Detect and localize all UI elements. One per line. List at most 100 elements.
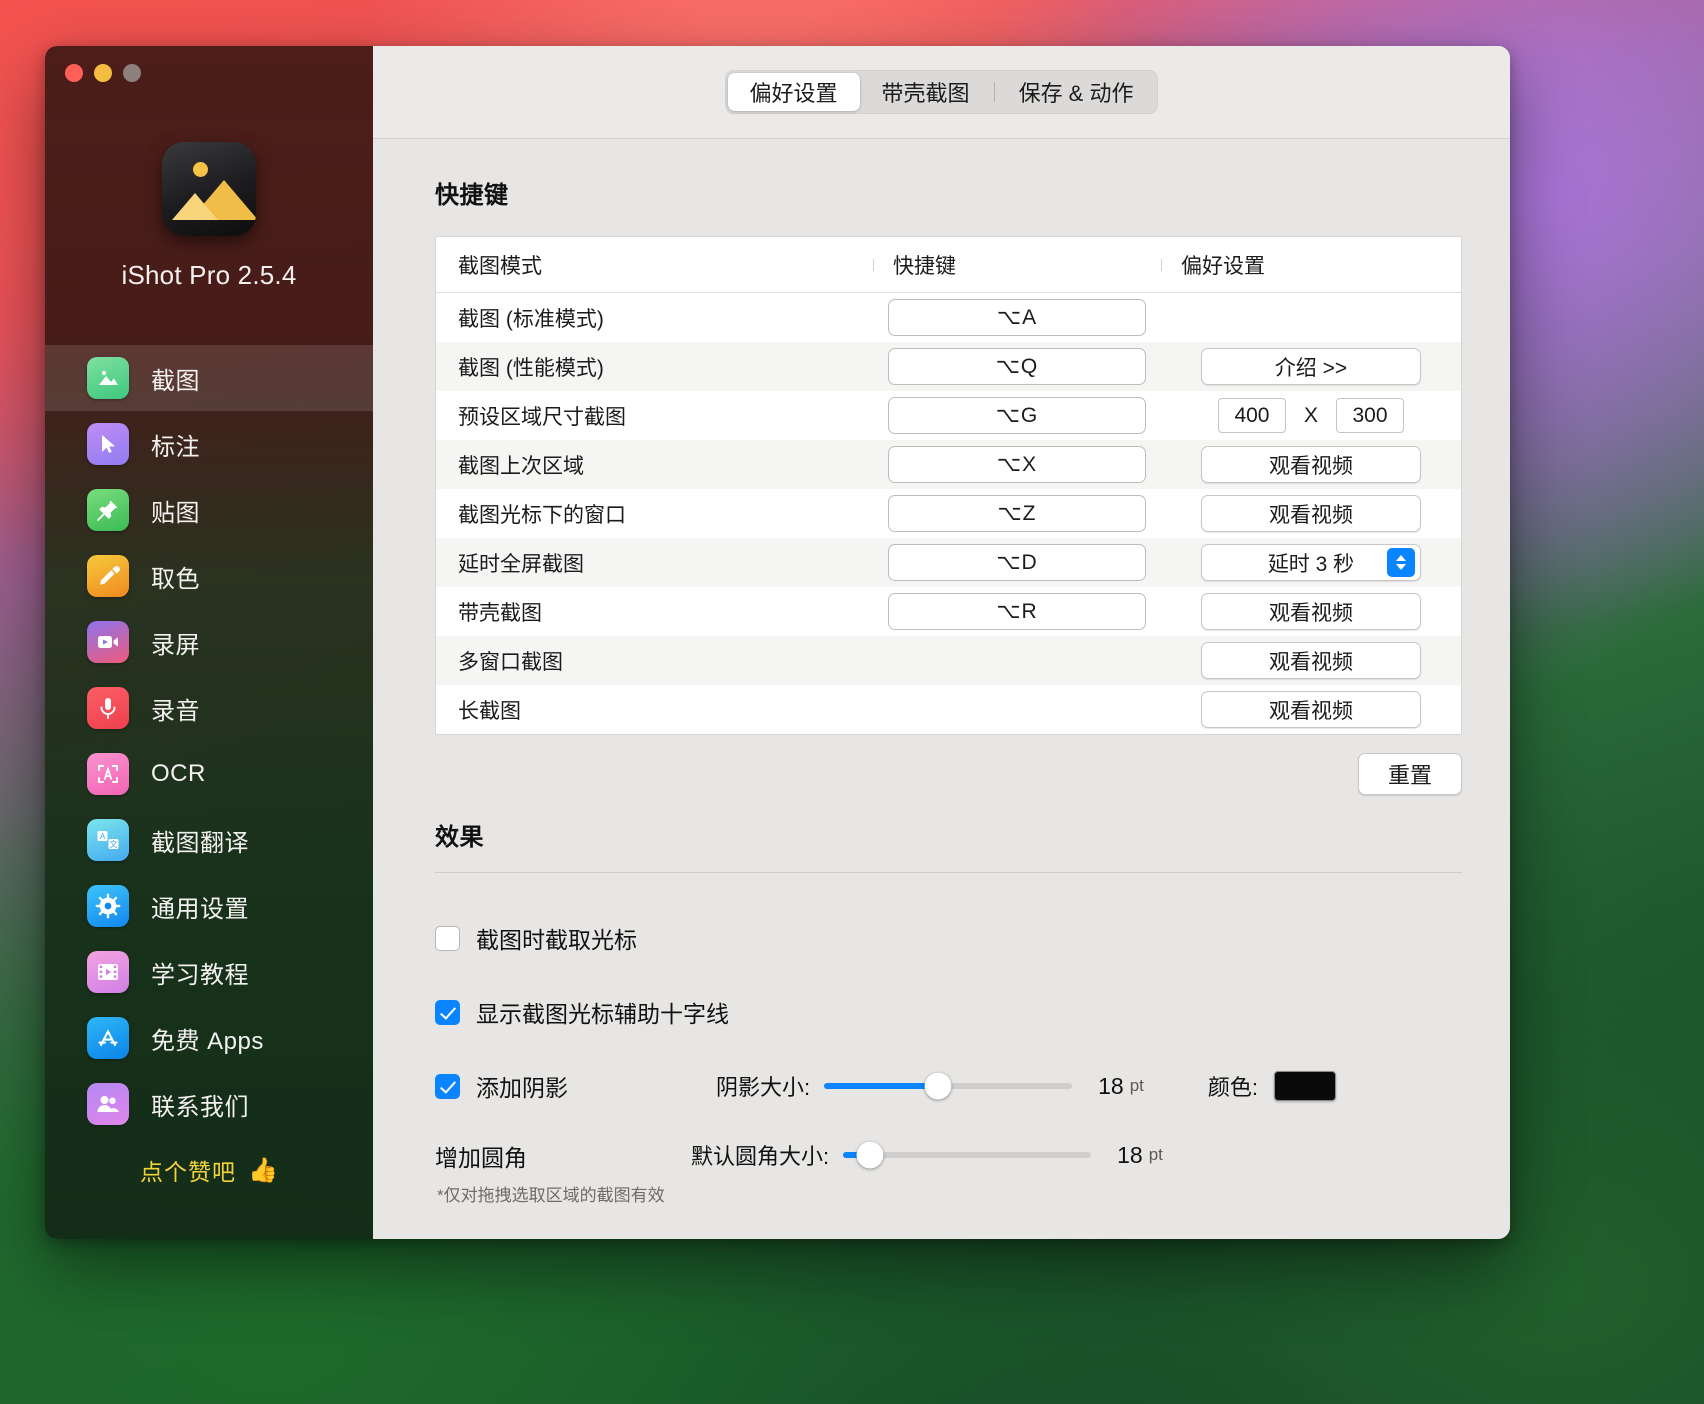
shortcut-key-field[interactable]: ⌥Z bbox=[888, 495, 1146, 532]
microphone-icon bbox=[87, 687, 129, 729]
preset-size-x-label: X bbox=[1303, 403, 1318, 427]
table-row: 截图 (标准模式) ⌥A bbox=[436, 293, 1461, 342]
sidebar-item-6[interactable]: 录音 bbox=[45, 675, 373, 741]
delay-popup-button[interactable]: 延时 3 秒 bbox=[1201, 544, 1421, 581]
sidebar-item-4[interactable]: 取色 bbox=[45, 543, 373, 609]
tab-bar: 偏好设置 带壳截图 保存 & 动作 bbox=[724, 70, 1159, 114]
contacts-icon bbox=[87, 1083, 129, 1125]
sidebar-item-10[interactable]: 学习教程 bbox=[45, 939, 373, 1005]
shadow-color-swatch[interactable] bbox=[1274, 1071, 1337, 1101]
sidebar-item-7[interactable]: OCR bbox=[45, 741, 373, 807]
screenshot-icon bbox=[87, 357, 129, 399]
shortcut-mode-label: 延时全屏截图 bbox=[458, 552, 584, 576]
translate-icon: A文 bbox=[87, 819, 129, 861]
sidebar-item-5[interactable]: 录屏 bbox=[45, 609, 373, 675]
sidebar-item-label: 学习教程 bbox=[151, 961, 249, 989]
tab-3[interactable]: 保存 & 动作 bbox=[997, 73, 1156, 111]
corner-radius-note: *仅对拖拽选取区域的截图有效 bbox=[437, 1186, 665, 1205]
capture-cursor-checkbox[interactable] bbox=[435, 925, 460, 951]
shortcut-mode-label: 长截图 bbox=[458, 699, 521, 723]
table-row: 截图上次区域 ⌥X 观看视频 bbox=[436, 440, 1461, 489]
show-crosshair-checkbox[interactable] bbox=[435, 999, 460, 1025]
table-body: 截图 (标准模式) ⌥A 截图 (性能模式) ⌥Q 介绍 >> 预设区域尺寸截图 ⌥G 400… bbox=[436, 293, 1461, 734]
sidebar-item-11[interactable]: 免费 Apps bbox=[45, 1005, 373, 1071]
shadow-size-slider[interactable] bbox=[824, 1072, 1073, 1100]
sidebar-item-label: OCR bbox=[151, 760, 206, 787]
sidebar-item-3[interactable]: 贴图 bbox=[45, 477, 373, 543]
shortcut-key-field[interactable]: ⌥A bbox=[888, 299, 1146, 336]
shortcut-key-field[interactable]: ⌥D bbox=[888, 544, 1146, 581]
tutorial-icon bbox=[87, 951, 129, 993]
table-row: 延时全屏截图 ⌥D 延时 3 秒 bbox=[436, 538, 1461, 587]
zoom-button[interactable] bbox=[123, 64, 141, 82]
show-crosshair-label: 显示截图光标辅助十字线 bbox=[476, 1001, 729, 1027]
sidebar-item-1[interactable]: 截图 bbox=[45, 345, 373, 411]
sidebar-item-label: 录屏 bbox=[151, 631, 200, 659]
sidebar-item-label: 免费 Apps bbox=[151, 1027, 264, 1055]
shadow-slider-knob[interactable] bbox=[924, 1072, 952, 1100]
shortcut-pref-button[interactable]: 观看视频 bbox=[1201, 495, 1421, 532]
shortcut-pref-button[interactable]: 观看视频 bbox=[1201, 446, 1421, 483]
sidebar-item-label: 录音 bbox=[151, 697, 200, 725]
shortcut-pref-button[interactable]: 观看视频 bbox=[1201, 593, 1421, 630]
table-row: 预设区域尺寸截图 ⌥G 400 X 300 bbox=[436, 391, 1461, 440]
sidebar-item-2[interactable]: 标注 bbox=[45, 411, 373, 477]
add-shadow-checkbox[interactable] bbox=[435, 1073, 460, 1099]
shortcut-key-field[interactable]: ⌥X bbox=[888, 446, 1146, 483]
shortcuts-section-title: 快捷键 bbox=[435, 182, 509, 209]
sidebar-item-8[interactable]: A 文截图翻译 bbox=[45, 807, 373, 873]
shadow-size-value: 18 bbox=[1098, 1072, 1124, 1099]
sidebar-item-label: 截图翻译 bbox=[151, 829, 249, 857]
shortcut-mode-label: 预设区域尺寸截图 bbox=[458, 405, 626, 429]
gear-icon bbox=[87, 885, 129, 927]
pin-icon bbox=[87, 489, 129, 531]
table-header-row: 截图模式 快捷键 偏好设置 bbox=[436, 237, 1461, 293]
shortcut-mode-label: 截图 (标准模式) bbox=[458, 307, 604, 331]
shortcut-mode-label: 截图 (性能模式) bbox=[458, 356, 604, 380]
capture-cursor-label: 截图时截取光标 bbox=[476, 927, 637, 953]
sidebar-item-label: 截图 bbox=[151, 367, 200, 395]
reset-button[interactable]: 重置 bbox=[1358, 753, 1462, 795]
content-area: 快捷键 截图模式 快捷键 偏好设置 截图 (标准模式) ⌥A 截图 (性能模式) ⌥Q… bbox=[373, 139, 1510, 1206]
app-branding: iShot Pro 2.5.4 bbox=[45, 46, 373, 291]
shadow-size-unit: pt bbox=[1129, 1076, 1144, 1095]
col-header-pref: 偏好设置 bbox=[1181, 254, 1265, 278]
shortcut-key-field[interactable]: ⌥Q bbox=[888, 348, 1146, 385]
table-row: 多窗口截图 观看视频 bbox=[436, 636, 1461, 685]
shortcut-key-field[interactable]: ⌥R bbox=[888, 593, 1146, 630]
add-shadow-row: 添加阴影 阴影大小: 18 pt 颜色: bbox=[435, 1069, 1462, 1103]
tab-2[interactable]: 带壳截图 bbox=[860, 73, 992, 111]
sidebar-item-9[interactable]: 通用设置 bbox=[45, 873, 373, 939]
svg-text:文: 文 bbox=[110, 839, 118, 849]
shortcut-pref-button[interactable]: 观看视频 bbox=[1201, 691, 1421, 728]
chevron-updown-icon[interactable] bbox=[1387, 548, 1415, 577]
col-header-key: 快捷键 bbox=[893, 254, 956, 278]
shortcut-key-field[interactable]: ⌥G bbox=[888, 397, 1146, 434]
minimize-button[interactable] bbox=[94, 64, 112, 82]
corner-radius-slider-label: 默认圆角大小: bbox=[691, 1144, 830, 1169]
delay-popup-label: 延时 3 秒 bbox=[1267, 552, 1355, 576]
preset-width-input[interactable]: 400 bbox=[1217, 398, 1286, 433]
close-button[interactable] bbox=[65, 64, 83, 82]
desktop-wallpaper: iShot Pro 2.5.4 截图 标注 贴图 取色 录屏 录音 OCR A 文截图翻译 通用设… bbox=[0, 0, 1704, 1404]
annotate-icon bbox=[87, 423, 129, 465]
corner-radius-slider-knob[interactable] bbox=[856, 1141, 884, 1169]
effects-section-title: 效果 bbox=[435, 824, 484, 851]
preset-height-input[interactable]: 300 bbox=[1336, 398, 1404, 433]
svg-text:A: A bbox=[100, 832, 106, 841]
corner-radius-unit: pt bbox=[1148, 1145, 1163, 1164]
tab-separator bbox=[993, 82, 995, 102]
like-prompt[interactable]: 点个赞吧 👍 bbox=[45, 1153, 373, 1187]
tab-1[interactable]: 偏好设置 bbox=[727, 73, 860, 111]
thumbs-up-icon: 👍 bbox=[248, 1156, 278, 1184]
sidebar-nav: 截图 标注 贴图 取色 录屏 录音 OCR A 文截图翻译 通用设置 学习教程 免费 Apps 联系我们 bbox=[45, 345, 373, 1137]
shortcut-pref-button[interactable]: 观看视频 bbox=[1201, 642, 1421, 679]
sidebar-item-label: 贴图 bbox=[151, 499, 200, 527]
shortcut-pref-button[interactable]: 介绍 >> bbox=[1201, 348, 1421, 385]
shortcut-mode-label: 截图上次区域 bbox=[458, 454, 584, 478]
main-panel: 偏好设置 带壳截图 保存 & 动作 快捷键 截图模式 快捷键 偏好设置 截图 (标准… bbox=[373, 46, 1510, 1239]
preset-size-control: 400 X 300 bbox=[1217, 398, 1404, 433]
app-name-label: iShot Pro 2.5.4 bbox=[121, 260, 297, 290]
sidebar-item-12[interactable]: 联系我们 bbox=[45, 1071, 373, 1137]
corner-radius-slider[interactable] bbox=[843, 1141, 1092, 1169]
